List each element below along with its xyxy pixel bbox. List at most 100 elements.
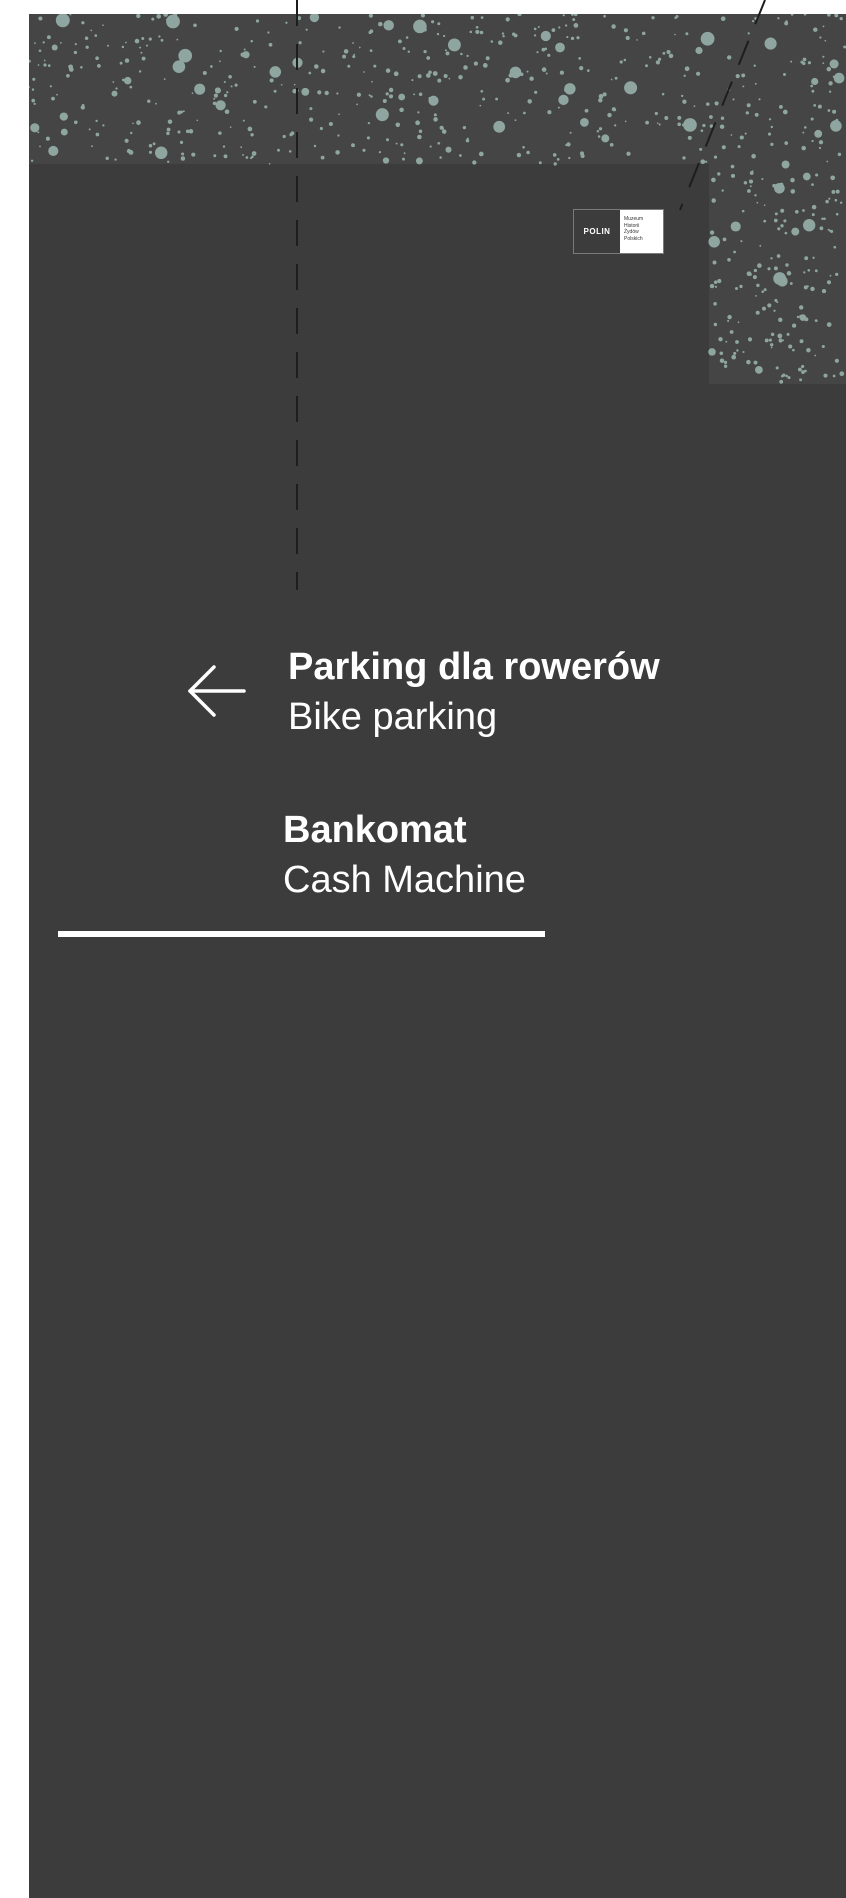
speckle-dot	[373, 64, 377, 68]
speckle-dot	[558, 26, 561, 29]
speckle-dot	[213, 93, 218, 98]
speckle-dot	[727, 258, 731, 262]
speckle-dot	[196, 119, 199, 122]
speckle-dot	[288, 150, 292, 153]
speckle-dot	[88, 128, 91, 131]
speckle-dot	[757, 263, 762, 268]
logo-caption: Muzeum Historii Żydów Polskich	[620, 210, 663, 253]
speckle-dot	[124, 58, 130, 63]
speckle-dot	[105, 156, 109, 161]
speckle-dot	[255, 19, 260, 23]
speckle-dot	[30, 159, 34, 162]
speckle-dot	[796, 315, 800, 319]
speckle-dot	[106, 44, 110, 47]
speckle-dot	[552, 153, 557, 157]
speckle-dot	[834, 198, 838, 202]
speckle-dot	[352, 55, 356, 59]
speckle-dot	[821, 288, 827, 294]
speckle-dot	[782, 109, 788, 115]
speckle-dot	[219, 49, 222, 53]
speckle-dot	[314, 64, 319, 69]
speckle-dot	[388, 94, 394, 99]
speckle-dot	[555, 42, 565, 53]
speckle-dot	[478, 151, 484, 157]
speckle-dot	[725, 340, 728, 343]
speckle-dot	[755, 310, 760, 315]
speckle-dot	[576, 36, 580, 40]
speckle-dot	[828, 229, 831, 232]
speckle-dot	[335, 150, 340, 155]
speckle-dot	[770, 332, 775, 337]
speckle-dot	[445, 146, 452, 153]
speckle-dot	[91, 145, 93, 148]
speckle-dot	[418, 92, 423, 97]
speckle-dot	[778, 317, 783, 322]
speckle-dot	[625, 35, 630, 41]
speckle-dot	[772, 183, 777, 188]
speckle-dot	[395, 122, 401, 128]
speckle-dot	[39, 145, 41, 148]
speckle-dot	[526, 150, 530, 155]
speckle-dot	[562, 14, 565, 17]
speckle-dot	[129, 85, 133, 89]
speckle-dot	[825, 199, 829, 204]
speckle-dot	[511, 32, 516, 36]
speckle-dot	[273, 89, 277, 93]
speckle-dot	[810, 84, 814, 88]
speckle-dot	[122, 78, 125, 82]
speckle-dot	[806, 347, 811, 353]
speckle-dot	[371, 80, 373, 83]
speckle-dot	[338, 113, 340, 116]
speckle-dot	[242, 153, 244, 156]
speckle-dot	[763, 219, 767, 223]
speckle-dot	[417, 74, 422, 79]
speckle-dot	[501, 32, 505, 35]
speckle-dot	[352, 42, 354, 44]
speckle-dot	[829, 274, 832, 277]
speckle-dot	[212, 101, 217, 106]
speckle-dot	[37, 64, 40, 66]
speckle-dot	[810, 286, 815, 292]
speckle-dot	[219, 60, 221, 63]
speckle-dot	[788, 344, 793, 349]
speckle-dot	[830, 175, 836, 181]
speckle-dot	[803, 126, 807, 129]
speckle-dot	[818, 140, 824, 145]
speckle-dot	[810, 117, 814, 121]
speckle-dot	[509, 66, 522, 79]
guide-diagonal-line	[679, 0, 766, 211]
speckle-dot	[441, 129, 447, 134]
speckle-dot	[369, 49, 373, 52]
speckle-dot	[784, 231, 788, 235]
speckle-dot	[828, 197, 831, 200]
speckle-dot	[624, 81, 638, 95]
speckle-dot	[30, 123, 40, 133]
speckle-dot	[253, 65, 256, 68]
speckle-dot	[558, 94, 569, 106]
speckle-dot	[569, 131, 572, 134]
speckle-dot	[733, 250, 736, 254]
speckle-dot	[172, 60, 186, 73]
speckle-dot	[337, 134, 340, 137]
speckle-dot	[356, 92, 362, 97]
speckle-dot	[778, 104, 783, 109]
speckle-dot	[789, 282, 793, 285]
speckle-dot	[570, 36, 575, 41]
speckle-dot	[413, 93, 416, 96]
speckle-dot	[166, 131, 170, 136]
speckle-dot	[251, 151, 257, 156]
speckle-dot	[191, 92, 194, 95]
speckle-dot	[551, 28, 556, 33]
speckle-dot	[490, 40, 494, 43]
speckle-dot	[764, 338, 769, 343]
speckle-dot	[768, 338, 772, 342]
speckle-dot	[141, 56, 146, 61]
speckle-dot	[182, 110, 185, 113]
speckle-dot	[223, 93, 228, 98]
speckle-dot	[756, 283, 760, 288]
speckle-dot	[641, 31, 646, 36]
speckle-dot	[363, 71, 365, 73]
speckle-dot	[42, 41, 45, 44]
speckle-dot	[723, 364, 728, 368]
speckle-dot	[378, 118, 381, 121]
